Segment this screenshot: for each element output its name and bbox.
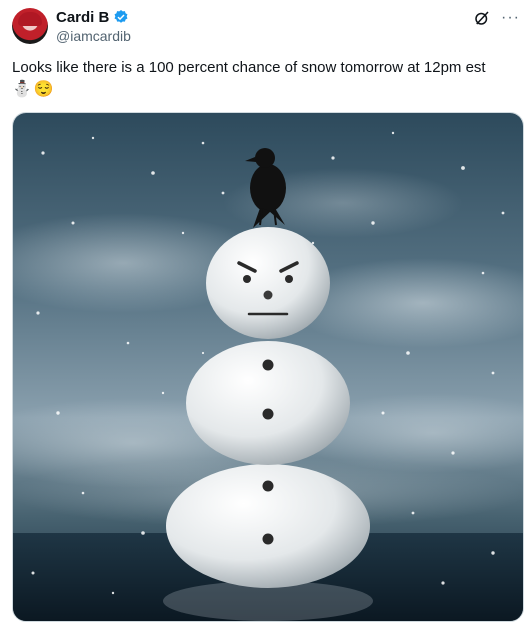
relieved-face-emoji: 😌: [33, 81, 54, 98]
tweet-media-image[interactable]: [12, 112, 524, 622]
display-name-row: Cardi B: [56, 8, 131, 26]
tweet-header: Cardi B @iamcardib ···: [12, 8, 520, 48]
display-name[interactable]: Cardi B: [56, 9, 109, 26]
header-actions: ···: [473, 8, 520, 28]
avatar[interactable]: [12, 8, 48, 44]
grok-icon[interactable]: [473, 9, 491, 27]
tweet-body: Looks like there is a 100 percent chance…: [12, 59, 486, 76]
more-options-icon[interactable]: ···: [501, 10, 520, 26]
emoji-row: ⛄ 😌: [12, 80, 520, 100]
avatar-hair: [18, 12, 42, 26]
tweet-text: Looks like there is a 100 percent chance…: [12, 58, 520, 100]
verified-badge-icon: [113, 9, 129, 25]
handle[interactable]: @iamcardib: [56, 28, 131, 44]
snowman-emoji: ⛄: [12, 81, 32, 98]
author-names: Cardi B @iamcardib: [56, 8, 131, 45]
snowman-crow-image: [13, 113, 523, 621]
